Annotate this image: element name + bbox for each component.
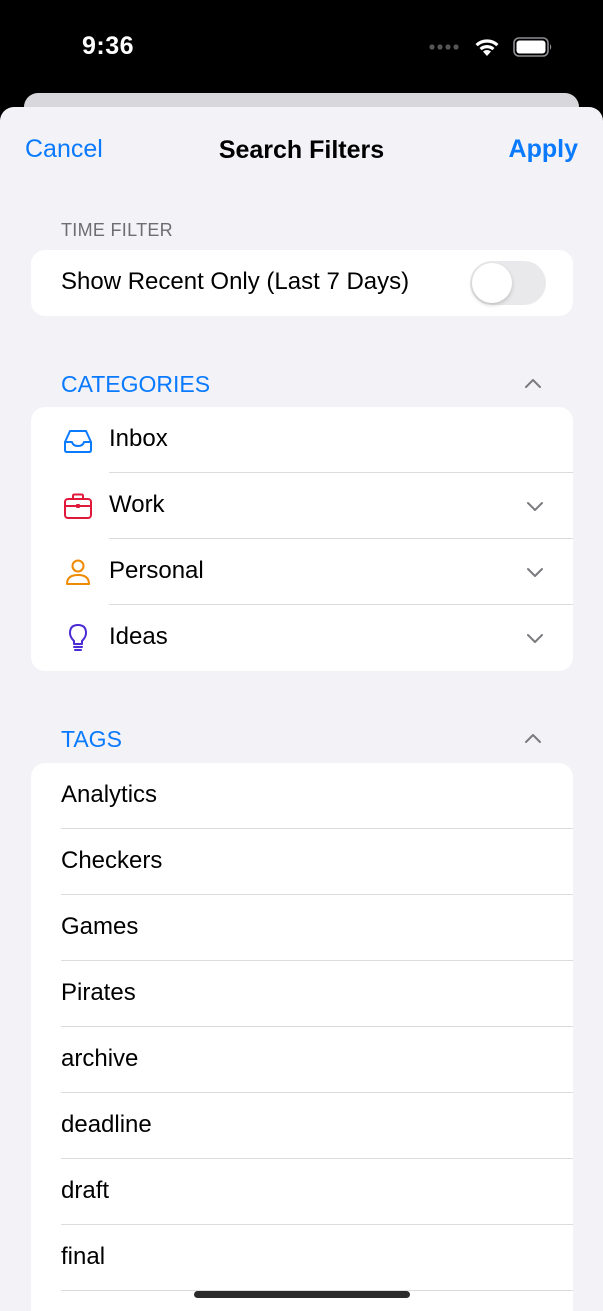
person-icon (66, 559, 90, 585)
tag-label: deadline (61, 1111, 152, 1138)
tags-collapse-button[interactable] (520, 726, 546, 752)
time-filter-caption: TIME FILTER (61, 220, 173, 240)
wifi-icon (475, 39, 499, 56)
tag-label: Checkers (61, 847, 163, 874)
tag-row-pirates[interactable]: Pirates (31, 961, 573, 1027)
tag-label: draft (61, 1177, 110, 1204)
search-filters-sheet: Cancel Search Filters Apply TIME FILTER … (0, 107, 603, 1311)
nav-bar: Cancel Search Filters Apply (0, 107, 603, 197)
category-row-work[interactable]: Work (31, 473, 573, 539)
chevron-down-icon[interactable] (523, 560, 547, 584)
recent-only-row: Show Recent Only (Last 7 Days) (31, 250, 573, 316)
home-indicator[interactable] (194, 1291, 410, 1298)
tag-label: archive (61, 1045, 139, 1072)
tags-card: Analytics Checkers Games Pirates archive… (31, 763, 573, 1311)
tag-row-games[interactable]: Games (31, 895, 573, 961)
tag-row-final[interactable]: final (31, 1225, 573, 1291)
tag-label: Analytics (61, 781, 158, 808)
tag-row-archive[interactable]: archive (31, 1027, 573, 1093)
category-row-personal[interactable]: Personal (31, 539, 573, 605)
category-label: Inbox (109, 425, 168, 452)
recent-only-toggle[interactable] (470, 261, 546, 305)
apply-button[interactable]: Apply (509, 135, 578, 164)
category-label: Personal (109, 557, 204, 584)
chevron-up-icon (525, 379, 541, 388)
recent-only-label: Show Recent Only (Last 7 Days) (61, 268, 410, 295)
category-row-ideas[interactable]: Ideas (31, 605, 573, 671)
signal-icon (429, 44, 459, 50)
lightbulb-icon (69, 624, 87, 651)
chevron-down-icon[interactable] (523, 626, 547, 650)
tag-row-deadline[interactable]: deadline (31, 1093, 573, 1159)
categories-card: Inbox Work Personal Ideas (31, 407, 573, 671)
tag-row-draft[interactable]: draft (31, 1159, 573, 1225)
category-row-inbox[interactable]: Inbox (31, 407, 573, 473)
tag-row-analytics[interactable]: Analytics (31, 763, 573, 829)
categories-collapse-button[interactable] (520, 371, 546, 397)
status-icons (429, 37, 553, 57)
battery-icon (513, 37, 552, 57)
tags-header[interactable]: TAGS (61, 726, 122, 753)
toggle-knob (472, 263, 512, 303)
status-bar: 9:36 (0, 0, 603, 95)
category-label: Work (109, 491, 165, 518)
status-time: 9:36 (82, 32, 135, 60)
tag-label: final (61, 1243, 106, 1270)
tag-row-checkers[interactable]: Checkers (31, 829, 573, 895)
tag-label: Games (61, 913, 139, 940)
chevron-up-icon (525, 734, 541, 743)
briefcase-icon (64, 493, 92, 519)
category-label: Ideas (109, 623, 168, 650)
categories-header[interactable]: CATEGORIES (61, 371, 210, 398)
tray-icon (64, 430, 92, 453)
time-filter-card: Show Recent Only (Last 7 Days) (31, 250, 573, 316)
tag-label: Pirates (61, 979, 136, 1006)
chevron-down-icon[interactable] (523, 494, 547, 518)
